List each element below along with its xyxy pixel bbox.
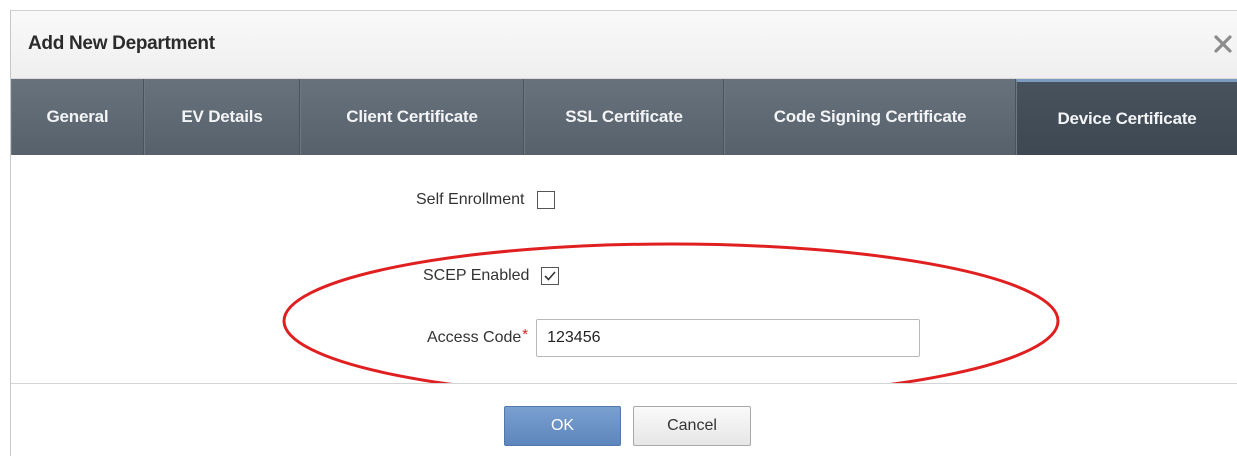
self-enrollment-label: Self Enrollment bbox=[416, 191, 525, 208]
self-enrollment-row: Self Enrollment bbox=[416, 191, 555, 209]
tab-code-signing-certificate[interactable]: Code Signing Certificate bbox=[724, 79, 1016, 155]
self-enrollment-checkbox[interactable] bbox=[536, 191, 555, 209]
scep-enabled-row: SCEP Enabled bbox=[423, 267, 560, 285]
checkmark-icon bbox=[544, 271, 557, 281]
access-code-input[interactable] bbox=[536, 319, 921, 357]
tab-label: SSL Certificate bbox=[565, 107, 683, 126]
tab-device-certificate[interactable]: Device Certificate bbox=[1016, 79, 1237, 155]
add-department-dialog: Add New Department General EV Details Cl… bbox=[10, 10, 1237, 457]
tab-client-certificate[interactable]: Client Certificate bbox=[300, 79, 524, 155]
ok-button[interactable]: OK bbox=[504, 406, 621, 446]
tab-label: EV Details bbox=[181, 107, 263, 126]
tab-label: Client Certificate bbox=[346, 107, 478, 126]
scep-enabled-checkbox[interactable] bbox=[541, 267, 560, 285]
tab-label: General bbox=[46, 107, 109, 126]
tab-label: Device Certificate bbox=[1057, 108, 1197, 128]
required-asterisk: * bbox=[522, 326, 529, 343]
close-icon[interactable] bbox=[1208, 27, 1237, 61]
tab-ssl-certificate[interactable]: SSL Certificate bbox=[524, 79, 724, 155]
tab-bar: General EV Details Client Certificate SS… bbox=[11, 79, 1237, 155]
cancel-button[interactable]: Cancel bbox=[633, 406, 751, 446]
access-code-row: Access Code* bbox=[427, 319, 921, 357]
scep-enabled-label: SCEP Enabled bbox=[423, 267, 530, 284]
tab-general[interactable]: General bbox=[11, 79, 144, 155]
tab-ev-details[interactable]: EV Details bbox=[144, 79, 300, 155]
dialog-titlebar: Add New Department bbox=[11, 11, 1237, 79]
dialog-title: Add New Department bbox=[28, 33, 215, 54]
device-certificate-panel: Self Enrollment SCEP Enabled Access Code… bbox=[11, 155, 1237, 383]
access-code-label: Access Code* bbox=[427, 326, 529, 346]
dialog-footer: OK Cancel bbox=[11, 383, 1237, 457]
tab-label: Code Signing Certificate bbox=[773, 107, 967, 126]
